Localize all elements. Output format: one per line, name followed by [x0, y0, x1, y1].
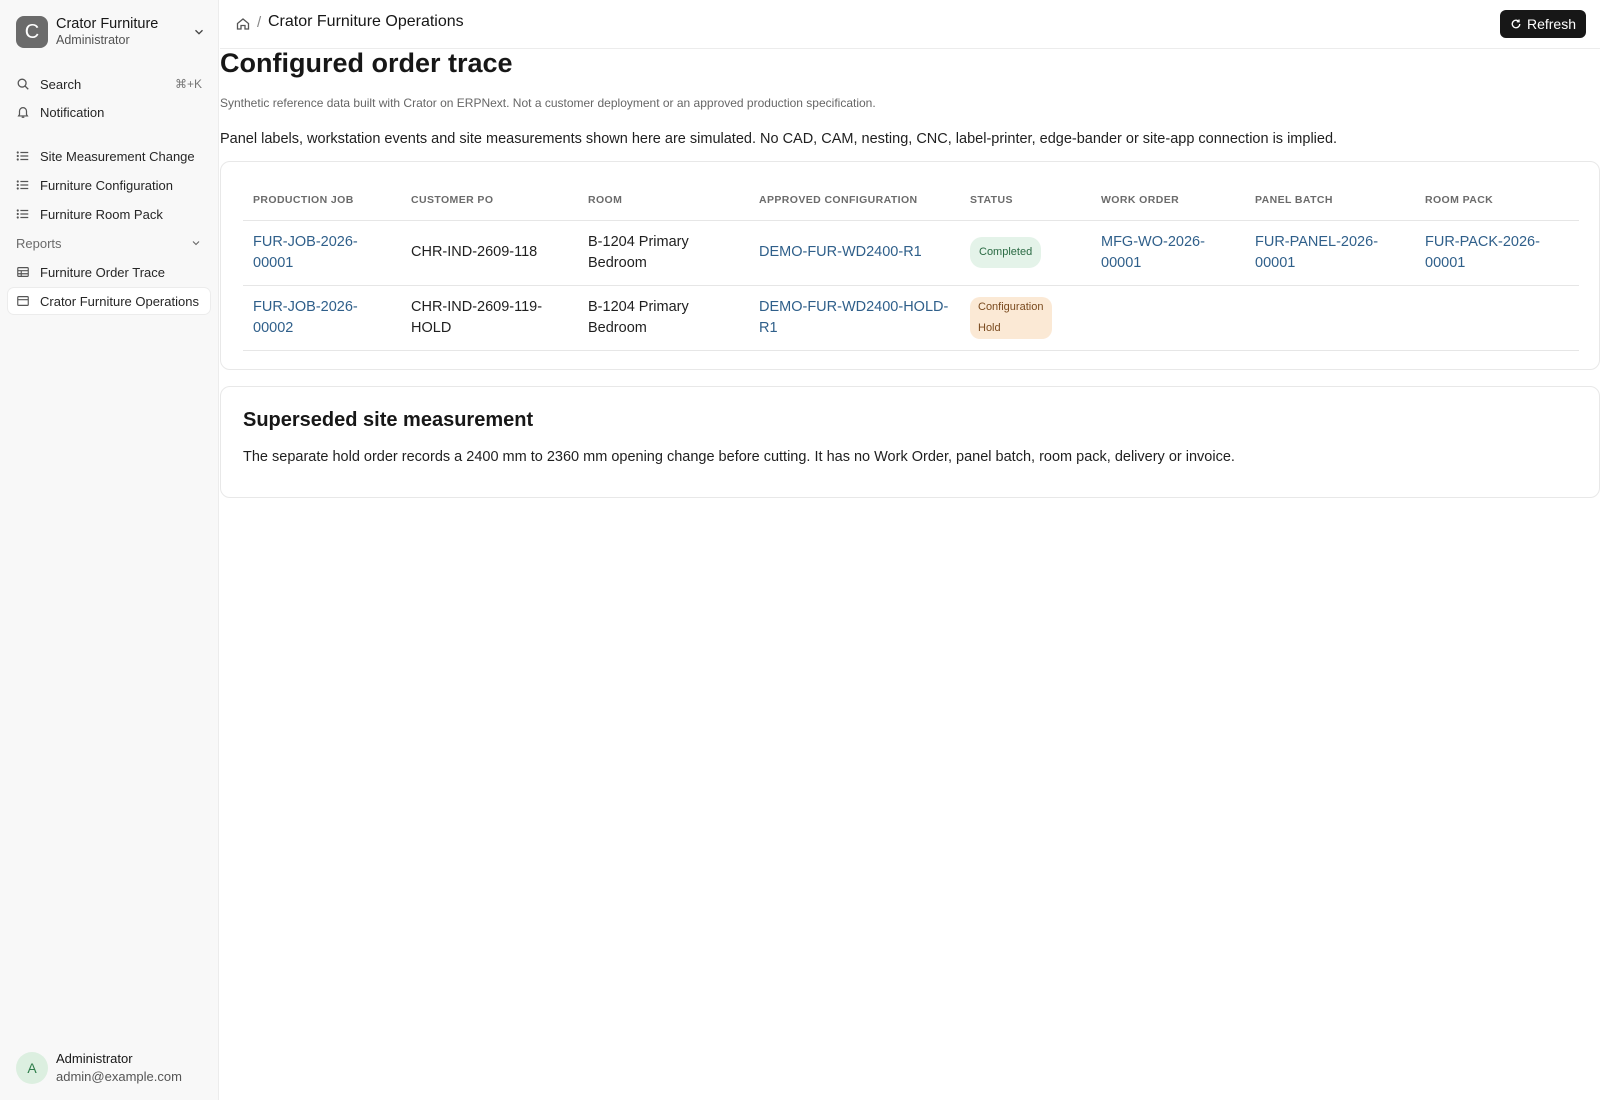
notification-label: Notification — [40, 104, 105, 120]
table-row: FUR-JOB-2026-00001 CHR-IND-2609-118 B-12… — [243, 220, 1579, 286]
column-header: WORK ORDER — [1091, 180, 1245, 221]
reports-section-toggle[interactable]: Reports — [16, 233, 202, 253]
table-row: FUR-JOB-2026-00002 CHR-IND-2609-119-HOLD… — [243, 285, 1579, 351]
sidebar-item-furniture-configuration[interactable]: Furniture Configuration — [8, 172, 210, 198]
sidebar-item-furniture-room-pack[interactable]: Furniture Room Pack — [8, 201, 210, 227]
superseded-measurement-card: Superseded site measurement The separate… — [220, 386, 1600, 498]
search-shortcut: ⌘+K — [174, 77, 202, 91]
order-trace-table: PRODUCTION JOB CUSTOMER PO ROOM APPROVED… — [243, 180, 1579, 351]
table-header-row: PRODUCTION JOB CUSTOMER PO ROOM APPROVED… — [243, 180, 1579, 221]
column-header: ROOM PACK — [1415, 180, 1579, 221]
column-header: PRODUCTION JOB — [243, 180, 401, 221]
sidebar-item-label: Furniture Room Pack — [40, 206, 163, 222]
configuration-link[interactable]: DEMO-FUR-WD2400-HOLD-R1 — [759, 299, 948, 336]
refresh-icon — [1511, 19, 1521, 29]
search-label: Search — [40, 76, 82, 92]
production-job-link[interactable]: FUR-JOB-2026-00001 — [253, 234, 358, 271]
column-header: STATUS — [960, 180, 1091, 221]
superseded-body: The separate hold order records a 2400 m… — [243, 449, 1235, 465]
refresh-label: Refresh — [1526, 16, 1576, 32]
user-menu[interactable]: A Administrator admin@example.com — [16, 1050, 182, 1085]
avatar: A — [16, 1051, 48, 1084]
room-cell: B-1204 Primary Bedroom — [578, 285, 749, 351]
sidebar-item-label: Crator Furniture Operations — [40, 293, 199, 309]
home-icon[interactable] — [235, 16, 251, 32]
panel-batch-link[interactable]: FUR-PANEL-2026-00001 — [1255, 234, 1378, 271]
column-header: APPROVED CONFIGURATION — [749, 180, 960, 221]
column-header: PANEL BATCH — [1245, 180, 1415, 221]
sidebar-item-site-measurement-change[interactable]: Site Measurement Change — [8, 143, 210, 169]
work-order-cell — [1091, 285, 1245, 351]
column-header: CUSTOMER PO — [401, 180, 578, 221]
refresh-button[interactable]: Refresh — [1499, 10, 1586, 38]
search-icon — [17, 78, 29, 90]
chevron-down-icon — [195, 29, 203, 35]
table-icon — [17, 267, 29, 277]
reports-section-label: Reports — [16, 235, 62, 251]
bell-icon — [17, 107, 29, 118]
sidebar-item-crator-furniture-operations[interactable]: Crator Furniture Operations — [8, 288, 210, 314]
page-icon — [17, 296, 29, 306]
superseded-title: Superseded site measurement — [243, 409, 534, 431]
column-header: ROOM — [578, 180, 749, 221]
configuration-link[interactable]: DEMO-FUR-WD2400-R1 — [759, 244, 922, 260]
customer-po-cell: CHR-IND-2609-118 — [401, 220, 578, 286]
status-badge: Completed — [970, 237, 1042, 268]
breadcrumb-separator: / — [257, 14, 262, 31]
header: / Crator Furniture Operations Refresh — [220, 0, 1600, 49]
sidebar-item-furniture-order-trace[interactable]: Furniture Order Trace — [8, 259, 210, 285]
chevron-down-icon — [192, 241, 200, 246]
sidebar-item-label: Furniture Order Trace — [40, 264, 165, 280]
disclaimer-text: Synthetic reference data built with Crat… — [220, 96, 876, 110]
workspace-role: Administrator — [56, 33, 130, 48]
workspace-name: Crator Furniture — [56, 16, 159, 33]
room-cell: B-1204 Primary Bedroom — [578, 220, 749, 286]
sidebar: C Crator Furniture Administrator Search … — [0, 0, 219, 1100]
workspace-switcher[interactable]: C Crator Furniture Administrator — [16, 15, 206, 49]
notification-button[interactable]: Notification — [8, 99, 210, 125]
user-name: Administrator — [56, 1051, 133, 1066]
work-order-link[interactable]: MFG-WO-2026-00001 — [1101, 234, 1205, 271]
production-job-link[interactable]: FUR-JOB-2026-00002 — [253, 299, 358, 336]
list-icon — [16, 209, 29, 219]
status-badge: Configuration Hold — [970, 296, 1052, 339]
list-icon — [16, 151, 29, 161]
workspace-logo: C — [16, 16, 48, 48]
customer-po-cell: CHR-IND-2609-119-HOLD — [401, 285, 578, 351]
room-pack-link[interactable]: FUR-PACK-2026-00001 — [1425, 234, 1540, 271]
room-pack-cell — [1415, 285, 1579, 351]
list-icon — [16, 180, 29, 190]
breadcrumb-title[interactable]: Crator Furniture Operations — [268, 13, 464, 31]
simulation-note: Panel labels, workstation events and sit… — [220, 131, 1338, 147]
order-trace-card: PRODUCTION JOB CUSTOMER PO ROOM APPROVED… — [220, 161, 1600, 370]
search-button[interactable]: Search ⌘+K — [8, 71, 210, 97]
page-title: Configured order trace — [220, 48, 513, 78]
sidebar-item-label: Site Measurement Change — [40, 148, 195, 164]
panel-batch-cell — [1245, 285, 1415, 351]
sidebar-item-label: Furniture Configuration — [40, 177, 173, 193]
user-email: admin@example.com — [56, 1068, 182, 1084]
